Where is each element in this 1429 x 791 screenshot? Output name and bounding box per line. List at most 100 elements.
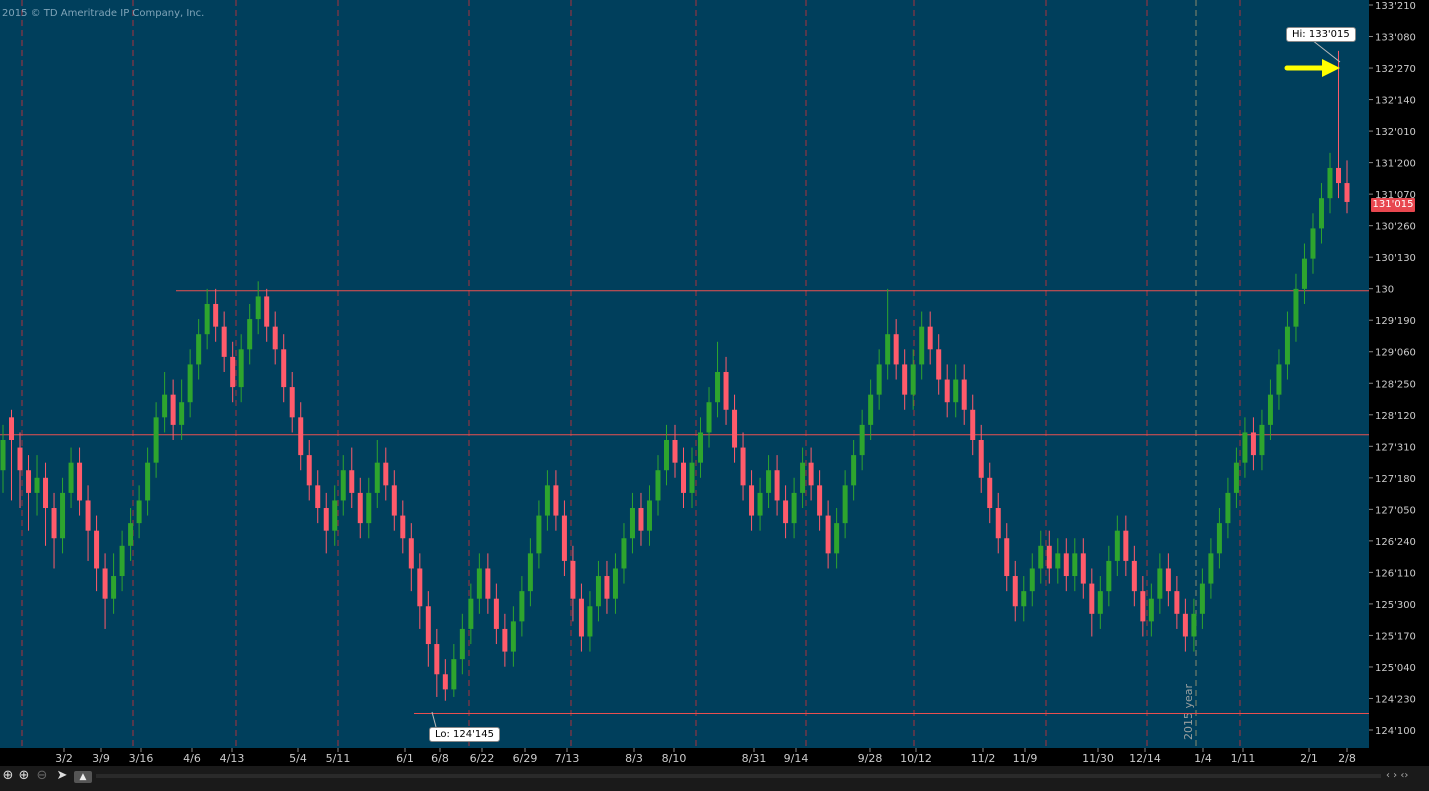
y-tick-label: 133'080 [1375,33,1416,44]
x-tick-label: 9/28 [858,752,883,765]
candle-body [315,485,321,509]
candle-body [1284,326,1290,365]
candle-body [944,379,950,403]
candle-body [383,462,389,486]
x-tick-label: 6/29 [513,752,538,765]
candle-body [1089,583,1095,614]
candle-body [1182,613,1188,637]
y-tick-label: 128'120 [1375,411,1416,422]
candle-body [1072,553,1078,577]
candle-body [451,659,457,690]
x-tick-label: 6/8 [431,752,449,765]
candle-body [715,371,721,403]
x-tick-label: 11/2 [971,752,996,765]
candle-body [349,470,355,493]
candle-body [663,440,669,471]
zoom-out-icon[interactable]: ⊖ [34,768,50,784]
candle-body [1327,167,1333,199]
candle-body [698,432,704,463]
candle-body [298,417,304,456]
x-tick-label: 3/9 [92,752,110,765]
candle-body [910,364,916,395]
candle-body [400,515,406,539]
candle-body [527,553,533,592]
plot-background [0,0,1369,748]
candle-body [340,470,346,501]
candle-body [961,379,967,410]
candle-body [1029,568,1035,592]
y-tick-label: 133'210 [1375,1,1416,12]
y-tick-label: 126'110 [1375,568,1416,579]
candle-body [68,462,74,493]
candle-body [834,523,840,554]
candle-body [1208,553,1214,584]
candle-body [561,515,567,561]
pointer-icon[interactable]: ➤ [54,768,70,784]
candle-body [94,530,100,569]
candle-body [774,470,780,501]
candle-body [1259,424,1265,456]
candle-body [953,379,959,403]
y-tick-label: 128'250 [1375,379,1416,390]
candle-body [1148,598,1154,622]
candle-body [970,409,976,441]
y-tick-label: 130 [1375,285,1394,296]
y-tick-label: 124'230 [1375,694,1416,705]
candle-body [621,538,627,569]
candle-body [1123,530,1129,561]
candle-body [842,485,848,524]
x-tick-label: 3/2 [55,752,73,765]
candle-body [927,326,933,350]
candle-body [34,477,40,493]
x-tick-label: 2/8 [1338,752,1356,765]
candle-body [868,394,874,425]
candle-body [238,349,244,388]
candle-body [1174,591,1180,614]
candle-body [1038,545,1044,569]
candle-body [1199,583,1205,614]
candle-body [145,462,151,501]
candle-body [493,598,499,629]
candle-body [604,576,610,599]
y-tick-label: 130'260 [1375,222,1416,233]
x-tick-label: 7/13 [555,752,580,765]
candle-body [1055,553,1061,569]
candle-body [595,576,601,607]
candle-body [1021,591,1027,607]
scroll-arrows-icon[interactable]: ‹ › ‹› [1386,770,1408,781]
candle-body [1063,553,1069,577]
candle-body [1276,364,1282,395]
candle-body [459,628,465,660]
price-chart[interactable]: 2015 year 133'210 133'080 132'270 132'140 132… [0,0,1429,766]
zoom-in-icon[interactable]: ⊕ [16,768,32,784]
candle-body [1004,538,1010,577]
candle-body [502,628,508,652]
candle-body [749,485,755,516]
candle-body [0,440,6,471]
drawing-tool-icon[interactable]: ▲ [74,771,92,783]
candle-body [366,492,372,524]
crosshair-icon[interactable]: ⊕ [0,768,16,784]
y-tick-label: 129'190 [1375,316,1416,327]
candle-body [885,334,891,365]
candle-body [187,364,193,403]
x-tick-label: 6/22 [470,752,495,765]
horizontal-scrollbar[interactable] [96,774,1381,778]
candle-body [919,326,925,365]
candle-body [77,462,83,501]
candle-body [1131,560,1137,592]
y-tick-label: 129'060 [1375,348,1416,359]
candle-body [417,568,423,607]
y-tick-label: 132'010 [1375,127,1416,138]
candle-body [893,334,899,365]
last-price-tag: 131'015 [1371,198,1415,212]
candle-body [655,470,661,501]
x-tick-label: 9/14 [784,752,809,765]
candle-body [136,500,142,524]
candle-body [391,485,397,516]
x-tick-label: 8/3 [625,752,643,765]
y-tick-label: 131'200 [1375,159,1416,170]
candle-body [425,606,431,645]
candle-body [1344,183,1350,202]
candle-body [408,538,414,569]
